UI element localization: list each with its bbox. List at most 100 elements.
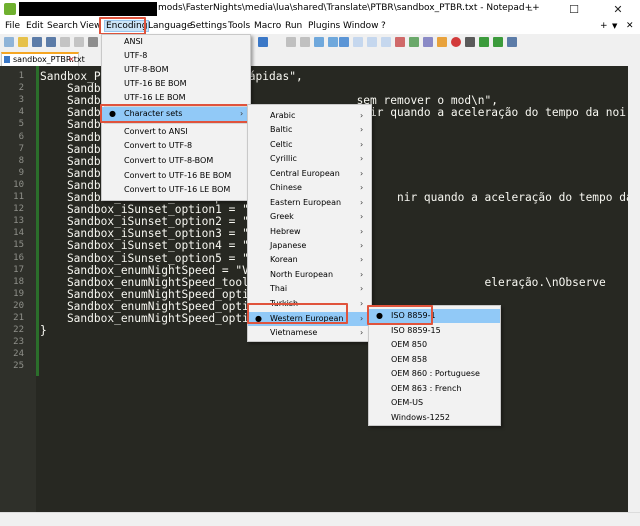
code-line[interactable]: Sandbox_enumNightSpeed_optio xyxy=(40,288,256,301)
close-file-icon[interactable] xyxy=(60,37,70,47)
word-wrap-icon[interactable] xyxy=(353,37,363,47)
close-document-x[interactable]: ✕ xyxy=(626,21,634,31)
menu-settings[interactable]: Settings xyxy=(190,21,227,31)
menu-plugins[interactable]: Plugins xyxy=(308,21,340,31)
charset-item[interactable]: Cyrillic › xyxy=(248,152,371,166)
stop-macro-icon[interactable] xyxy=(465,37,475,47)
code-line[interactable]: Sandbo xyxy=(40,155,107,168)
notepadpp-app-icon xyxy=(4,3,16,15)
charset-item[interactable]: Greek › xyxy=(248,210,371,224)
charset-item[interactable]: Japanese › xyxy=(248,239,371,253)
code-line[interactable]: Sandbox_enumNightSpeed = "Ve xyxy=(40,264,256,277)
code-line[interactable]: Sandbox_iSunset_option2 = "2 xyxy=(40,215,256,228)
menu-item-convert-utf16-le-bom[interactable]: Convert to UTF-16 LE BOM xyxy=(102,183,250,197)
tab-close-icon[interactable]: ✕ xyxy=(68,55,75,64)
menu-macro[interactable]: Macro xyxy=(254,21,281,31)
save-all-icon[interactable] xyxy=(46,37,56,47)
doc-map-icon[interactable] xyxy=(409,37,419,47)
indent-guide-icon[interactable] xyxy=(381,37,391,47)
menu-item-convert-utf8-bom[interactable]: Convert to UTF-8-BOM xyxy=(102,154,250,168)
save-icon[interactable] xyxy=(32,37,42,47)
western-encoding-item[interactable]: Windows-1252 xyxy=(369,411,500,425)
menu-file[interactable]: File xyxy=(5,21,20,31)
menu-item-utf8-bom[interactable]: UTF-8-BOM xyxy=(102,63,250,77)
find-icon[interactable] xyxy=(286,37,296,47)
menu-item-convert-utf8[interactable]: Convert to UTF-8 xyxy=(102,139,250,153)
tab-list-dropdown[interactable]: ▼ xyxy=(612,22,617,30)
close-all-icon[interactable] xyxy=(74,37,84,47)
play-macro-icon[interactable] xyxy=(479,37,489,47)
tab-sandbox-ptbr[interactable]: sandbox_PTBR.txt ✕ xyxy=(1,52,85,67)
line-number: 7 xyxy=(18,143,24,154)
menu-language[interactable]: Language xyxy=(148,21,192,31)
menu-item-ansi[interactable]: ANSI xyxy=(102,35,250,49)
minimize-button[interactable]: – xyxy=(508,0,552,19)
charset-item[interactable]: Hebrew › xyxy=(248,225,371,239)
zoom-in-icon[interactable] xyxy=(314,37,324,47)
run-macro-multiple-icon[interactable] xyxy=(493,37,503,47)
close-button[interactable]: ✕ xyxy=(596,0,640,19)
charset-item[interactable]: Celtic › xyxy=(248,138,371,152)
charset-item[interactable]: Central European › xyxy=(248,167,371,181)
menu-item-convert-ansi[interactable]: Convert to ANSI xyxy=(102,125,250,139)
code-line[interactable]: Sandbox_iSunset_option5 = "2 xyxy=(40,252,256,265)
code-line[interactable]: } xyxy=(40,324,47,337)
charset-item[interactable]: Arabic › xyxy=(248,109,371,123)
function-list-icon[interactable] xyxy=(423,37,433,47)
charset-item[interactable]: Thai › xyxy=(248,282,371,296)
replace-icon[interactable] xyxy=(300,37,310,47)
new-tab-plus[interactable]: + xyxy=(600,21,608,31)
sync-scroll-icon[interactable] xyxy=(339,37,349,47)
open-file-icon[interactable] xyxy=(18,37,28,47)
western-encoding-item[interactable]: OEM 850 xyxy=(369,338,500,352)
horizontal-scrollbar[interactable] xyxy=(0,512,640,526)
menu-run[interactable]: Run xyxy=(285,21,302,31)
western-encoding-item[interactable]: OEM 860 : Portuguese xyxy=(369,367,500,381)
show-all-chars-icon[interactable] xyxy=(367,37,377,47)
lang-udl-icon[interactable] xyxy=(395,37,405,47)
menu-help[interactable]: ? xyxy=(381,21,386,31)
charset-item[interactable]: Baltic › xyxy=(248,123,371,137)
menu-tools[interactable]: Tools xyxy=(228,21,250,31)
western-encoding-item[interactable]: ISO 8859-15 xyxy=(369,324,500,338)
western-encoding-item[interactable]: OEM-US xyxy=(369,396,500,410)
charset-item[interactable]: North European › xyxy=(248,268,371,282)
charset-item[interactable]: Chinese › xyxy=(248,181,371,195)
menu-search[interactable]: Search xyxy=(47,21,78,31)
code-line[interactable]: Sandbox_iSunset_option1 = "1 xyxy=(40,203,256,216)
submenu-arrow-icon: › xyxy=(360,140,364,149)
submenu-arrow-icon: › xyxy=(360,314,364,323)
western-encoding-item[interactable]: OEM 863 : French xyxy=(369,382,500,396)
maximize-button[interactable]: ☐ xyxy=(552,0,596,19)
menu-item-utf8[interactable]: UTF-8 xyxy=(102,49,250,63)
western-encoding-item[interactable]: OEM 858 xyxy=(369,353,500,367)
folder-workspace-icon[interactable] xyxy=(437,37,447,47)
menu-edit[interactable]: Edit xyxy=(26,21,43,31)
code-line[interactable]: Sandbo xyxy=(40,131,107,144)
menu-item-utf16-le-bom[interactable]: UTF-16 LE BOM xyxy=(102,91,250,105)
menu-item-utf16-be-bom[interactable]: UTF-16 BE BOM xyxy=(102,77,250,91)
charset-item[interactable]: Korean › xyxy=(248,253,371,267)
charset-item[interactable]: Eastern European › xyxy=(248,196,371,210)
code-line[interactable]: Sandbox_enumNightSpeed_optio xyxy=(40,300,256,313)
code-line[interactable]: Sandbox_iSunset_option4 = "2 xyxy=(40,239,256,252)
zoom-out-icon[interactable] xyxy=(328,37,338,47)
save-macro-icon[interactable] xyxy=(507,37,517,47)
new-file-icon[interactable] xyxy=(4,37,14,47)
line-number: 2 xyxy=(18,83,24,94)
charset-item[interactable]: Vietnamese › xyxy=(248,326,371,340)
line-number: 12 xyxy=(13,204,24,215)
menu-item-convert-utf16-be-bom[interactable]: Convert to UTF-16 BE BOM xyxy=(102,169,250,183)
code-line[interactable]: Sandbo xyxy=(40,118,107,131)
charset-item-label: Hebrew xyxy=(270,227,301,236)
print-icon[interactable] xyxy=(88,37,98,47)
record-macro-icon[interactable] xyxy=(451,37,461,47)
code-line[interactable]: Sandbox_iSunset_option3 = "2 xyxy=(40,227,256,240)
menu-window[interactable]: Window xyxy=(343,21,379,31)
redo-icon[interactable] xyxy=(258,37,268,47)
line-number: 21 xyxy=(13,313,24,323)
vertical-scrollbar[interactable] xyxy=(628,66,640,512)
submenu-arrow-icon: › xyxy=(360,284,364,293)
western-encoding-label: Windows-1252 xyxy=(391,413,450,422)
code-line[interactable]: Sandbo xyxy=(40,143,107,156)
